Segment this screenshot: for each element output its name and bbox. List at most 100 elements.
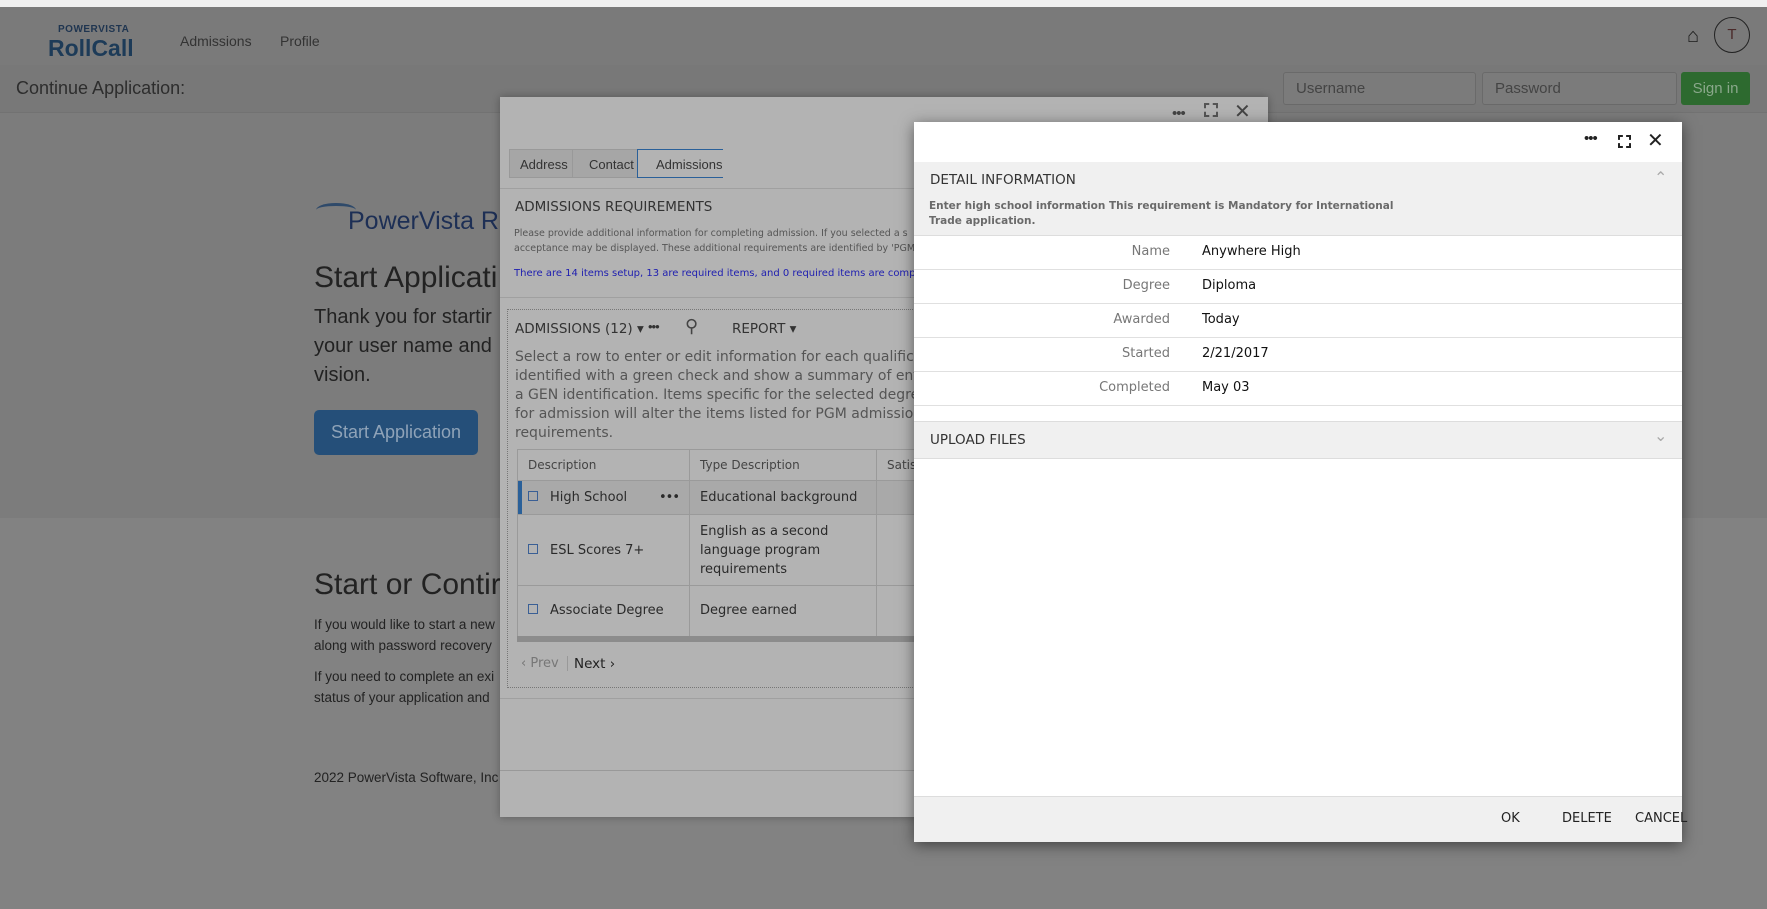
description-cell: Associate Degree (517, 585, 690, 639)
lower-heading: Start or Contir (314, 568, 501, 601)
type-cell: Degree earned (689, 585, 877, 639)
checkbox-icon[interactable] (528, 491, 538, 501)
avatar[interactable]: T (1714, 17, 1750, 53)
detail-dialog: ••• ✕ DETAIL INFORMATION ⌃ Enter high sc… (914, 122, 1687, 842)
text-line: status of your application and (314, 690, 490, 705)
field-row-completed[interactable]: Completed May 03 (914, 372, 1682, 406)
detail-section-header[interactable]: DETAIL INFORMATION ⌃ Enter high school i… (914, 162, 1682, 236)
caret-down-icon: ▾ (789, 321, 797, 337)
more-icon[interactable]: ••• (1584, 130, 1598, 147)
field-label: Degree (1122, 278, 1170, 293)
field-row-name[interactable]: Name Anywhere High (914, 236, 1682, 270)
chevron-down-icon[interactable]: ⌄ (1654, 426, 1667, 446)
powervista-logo: PowerVista R (348, 207, 499, 235)
detail-title: DETAIL INFORMATION (930, 172, 1076, 188)
hero-heading: Start Applicati (314, 261, 498, 294)
more-icon[interactable]: ••• (648, 319, 660, 334)
browser-top-strip (0, 0, 1767, 7)
text-line: Please provide additional information fo… (514, 228, 908, 239)
footer-text: 2022 PowerVista Software, Inc (314, 770, 499, 785)
username-input[interactable]: Username (1283, 72, 1476, 105)
maximize-icon[interactable] (1204, 103, 1218, 117)
report-dropdown[interactable]: REPORT ▾ (732, 321, 796, 337)
field-value: 2/21/2017 (1202, 346, 1269, 361)
intro-text: Please provide additional information fo… (514, 226, 915, 256)
text-line: requirements. (515, 425, 614, 441)
close-icon[interactable]: ✕ (1647, 128, 1664, 153)
search-icon[interactable]: ⚲ (685, 316, 698, 337)
field-label: Started (1121, 346, 1170, 361)
text-line: If you would like to start a new (314, 617, 495, 632)
nav-profile[interactable]: Profile (280, 33, 320, 49)
field-label: Name (1131, 244, 1170, 259)
prev-label: Prev (530, 656, 559, 671)
field-row-started[interactable]: Started 2/21/2017 (914, 338, 1682, 372)
nav-admissions[interactable]: Admissions (180, 33, 252, 49)
report-label: REPORT (732, 321, 786, 337)
text-line: Enter high school information This requi… (929, 200, 1394, 212)
logo-top: POWERVISTA (58, 24, 130, 35)
checkbox-icon[interactable] (528, 543, 538, 554)
checkbox-icon[interactable] (528, 604, 538, 615)
next-label: Next (574, 656, 606, 672)
prev-button[interactable]: ‹ Prev (521, 656, 568, 671)
text-line: acceptance may be displayed. These addit… (514, 243, 916, 254)
text-line: Select a row to enter or edit informatio… (515, 349, 968, 365)
description-text: High School (550, 490, 628, 505)
type-cell: English as a second language program req… (689, 514, 877, 586)
text-line: identified with a green check and show a… (515, 368, 972, 384)
close-icon[interactable]: ✕ (1234, 99, 1251, 124)
text-line: for admission will alter the items liste… (515, 406, 968, 422)
chevron-right-icon: › (609, 656, 616, 672)
lower-paragraph-1: If you would like to start a new along wi… (314, 614, 495, 656)
step-contact[interactable]: Contact (573, 149, 637, 178)
section-title: ADMISSIONS REQUIREMENTS (515, 199, 713, 215)
top-nav: POWERVISTA RollCall Admissions Profile ⌂… (0, 7, 1767, 65)
password-input[interactable]: Password (1482, 72, 1677, 105)
col-type[interactable]: Type Description (689, 449, 877, 481)
sign-in-button[interactable]: Sign in (1681, 72, 1750, 105)
type-cell: Educational background (689, 480, 877, 515)
continue-title: Continue Application: (16, 78, 186, 98)
chevron-left-icon: ‹ (521, 656, 527, 671)
text-line: along with password recovery (314, 638, 492, 653)
field-value: Diploma (1202, 278, 1257, 293)
field-value: May 03 (1202, 380, 1250, 395)
ok-button[interactable]: OK (1501, 811, 1520, 826)
description-text: Associate Degree (550, 603, 664, 619)
field-value: Today (1202, 312, 1240, 327)
admissions-dropdown[interactable]: ADMISSIONS (12) ▾ (515, 321, 644, 337)
lower-paragraph-2: If you need to complete an exi status of … (314, 666, 494, 708)
hero-line-3: vision. (314, 364, 371, 386)
logo[interactable]: RollCall (48, 35, 134, 62)
field-row-degree[interactable]: Degree Diploma (914, 270, 1682, 304)
hero-line-1: Thank you for startir (314, 306, 492, 328)
cancel-button[interactable]: CANCEL (1635, 811, 1687, 826)
field-label: Awarded (1113, 312, 1170, 327)
delete-button[interactable]: DELETE (1562, 811, 1612, 826)
maximize-icon[interactable] (1618, 135, 1631, 148)
upload-title: UPLOAD FILES (930, 432, 1026, 448)
instructions: Select a row to enter or edit informatio… (515, 348, 972, 443)
upload-files-header[interactable]: UPLOAD FILES ⌄ (914, 421, 1682, 459)
home-icon[interactable]: ⌂ (1687, 25, 1699, 48)
description-cell: ESL Scores 7+ (517, 514, 690, 586)
caret-down-icon: ▾ (636, 321, 644, 337)
row-more-icon[interactable]: ••• (659, 490, 680, 505)
more-icon[interactable]: ••• (1172, 105, 1186, 122)
text-line: If you need to complete an exi (314, 669, 495, 684)
field-value: Anywhere High (1202, 244, 1301, 259)
start-application-button[interactable]: Start Application (314, 410, 478, 455)
description-cell: High School ••• (517, 480, 690, 515)
field-label: Completed (1099, 380, 1170, 395)
field-row-awarded[interactable]: Awarded Today (914, 304, 1682, 338)
next-button[interactable]: Next › (574, 656, 615, 672)
detail-description: Enter high school information This requi… (929, 199, 1393, 229)
text-line: a GEN identification. Items specific for… (515, 387, 970, 403)
col-description[interactable]: Description (517, 449, 690, 481)
text-line: Trade application. (929, 215, 1036, 227)
chevron-up-icon[interactable]: ⌃ (1654, 168, 1667, 188)
step-address[interactable]: Address (509, 149, 573, 178)
admissions-label: ADMISSIONS (12) (515, 321, 633, 337)
step-admissions[interactable]: Admissions (637, 149, 723, 178)
